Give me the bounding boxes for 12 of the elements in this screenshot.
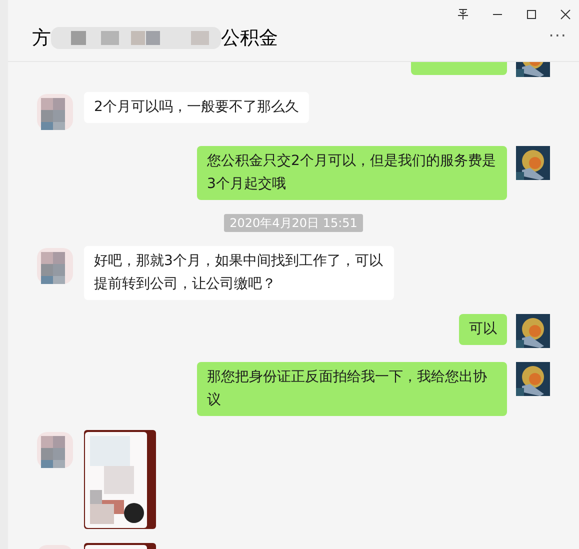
chat-title: 公积金 xyxy=(221,26,278,51)
message-bubble: 您公积金只交2个月可以，但是我们的服务费是3个月起交哦 xyxy=(197,146,507,200)
message-bubble: 那您把身份证正反面拍给我一下，我给您出协议 xyxy=(197,362,507,416)
more-button[interactable]: ··· xyxy=(548,26,567,46)
timestamp: 2020年4月20日 15:51 xyxy=(224,214,364,232)
chat-title: 方 xyxy=(32,26,51,51)
message-bubble: 好吧，那就3个月，如果中间找到工作了，可以提前转到公司，让公司缴吧？ xyxy=(84,246,394,300)
pin-icon[interactable] xyxy=(457,8,469,20)
maximize-icon[interactable] xyxy=(526,8,537,20)
message-bubble: 2个月可以吗，一般要不了那么久 xyxy=(84,92,309,123)
message-bubble: 可以 xyxy=(459,314,507,345)
close-icon[interactable] xyxy=(560,8,571,20)
